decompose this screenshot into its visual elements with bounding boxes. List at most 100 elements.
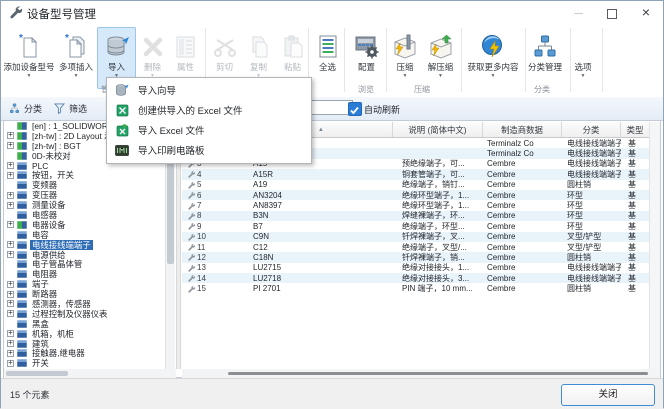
column-header-description[interactable]: 说明 (简体中文) bbox=[393, 122, 483, 137]
row-handle-cell[interactable]: 14 bbox=[182, 274, 223, 283]
column-header-type[interactable]: 类型 bbox=[621, 122, 649, 137]
row-handle-cell[interactable]: 13 bbox=[182, 263, 223, 272]
tree-expander-icon[interactable] bbox=[7, 221, 14, 228]
close-dialog-button[interactable]: 关闭 bbox=[561, 384, 655, 406]
row-handle-cell[interactable]: 11 bbox=[182, 243, 223, 252]
select-all-button[interactable]: 全选 bbox=[310, 27, 345, 89]
tree-expander-icon[interactable] bbox=[7, 330, 14, 337]
tree-item[interactable]: 断路器 bbox=[4, 289, 165, 299]
category-management-button[interactable]: 分类管理 bbox=[518, 27, 572, 89]
table-row[interactable]: 9 B7 绝缘端子，环型... Cembre 环型 基 bbox=[182, 221, 649, 231]
table-row[interactable]: 15 PI 2701 PIN 端子，10 mm... Cembre 圆柱销 基 bbox=[182, 283, 649, 293]
tree-expander-icon[interactable] bbox=[7, 202, 14, 209]
scrollbar-thumb[interactable] bbox=[6, 371, 68, 376]
row-handle-cell[interactable]: 9 bbox=[182, 222, 223, 231]
table-row[interactable]: 6 AN3204 绝缘环型端子，1... Cembre 环型 基 bbox=[182, 190, 649, 200]
tree-expander-icon[interactable] bbox=[7, 192, 14, 199]
menu-item-import-excel[interactable]: 导入 Excel 文件 bbox=[107, 120, 311, 140]
tree-item[interactable]: 过程控制及仪器仪表 bbox=[4, 309, 165, 319]
menu-item-import-wizard[interactable]: 导入向导 bbox=[107, 80, 311, 100]
tree-item[interactable]: 电感器 bbox=[4, 210, 165, 220]
row-handle-cell[interactable]: 5 bbox=[182, 180, 223, 189]
row-handle-cell[interactable]: 6 bbox=[182, 191, 223, 200]
manufacturer-cell: Terminalz Co bbox=[483, 149, 562, 158]
table-horizontal-scrollbar[interactable] bbox=[182, 369, 660, 378]
get-more-content-button[interactable]: 获取更多内容 ▼ bbox=[463, 27, 523, 89]
category-icon bbox=[17, 260, 27, 268]
tree-item[interactable]: 电阻器 bbox=[4, 269, 165, 279]
tree-expander-icon[interactable] bbox=[7, 162, 14, 169]
tree-expander-icon[interactable] bbox=[7, 300, 14, 307]
compress-archive-icon bbox=[389, 28, 421, 60]
maximize-button[interactable] bbox=[595, 1, 629, 24]
table-row[interactable]: 11 C12 绝缘端子，叉型/... Cembre 叉型/铲型 基 bbox=[182, 242, 649, 252]
table-row[interactable]: 4 A15R 铜套管端子，可... Cembre 电线接线端端子 基 bbox=[182, 169, 649, 179]
options-button[interactable]: 选项 ▼ bbox=[567, 27, 599, 89]
tree-item[interactable]: 变压器 bbox=[4, 190, 165, 200]
tree-item[interactable]: 电线接线端端子 bbox=[4, 240, 165, 250]
row-handle-cell[interactable]: 4 bbox=[182, 170, 223, 179]
tree-item[interactable]: 电器设备 bbox=[4, 220, 165, 230]
tree-expander-icon[interactable] bbox=[7, 241, 14, 248]
tab-label: 筛选 bbox=[69, 102, 87, 115]
row-handle-cell[interactable]: 8 bbox=[182, 211, 223, 220]
column-header-category[interactable]: 分类 bbox=[562, 122, 621, 137]
multi-insert-button[interactable]: * 多项插入 ▼ bbox=[54, 27, 98, 89]
tree-item[interactable]: 电子管晶体管 bbox=[4, 259, 165, 269]
delete-x-icon bbox=[136, 28, 169, 60]
tree-expander-icon[interactable] bbox=[7, 350, 14, 357]
decompress-button[interactable]: 解压缩 ▼ bbox=[420, 27, 461, 89]
tree-expander-icon[interactable] bbox=[7, 142, 14, 149]
tree-item[interactable]: 按钮，开关 bbox=[4, 170, 165, 180]
tree-item[interactable]: 黑盒 bbox=[4, 319, 165, 329]
tree-expander-icon[interactable] bbox=[7, 291, 14, 298]
table-vertical-scrollbar[interactable] bbox=[649, 122, 660, 369]
table-row[interactable]: 12 C18N 钎焊裸端子，销... Cembre 圆柱销 基 bbox=[182, 252, 649, 262]
tree-expander-icon[interactable] bbox=[7, 281, 14, 288]
menu-item-create-excel[interactable]: 创建供导入的 Excel 文件 bbox=[107, 100, 311, 120]
table-row[interactable]: 8 B3N 焊缝裸端子，环... Cembre 环型 基 bbox=[182, 211, 649, 221]
tree-item[interactable]: 电容 bbox=[4, 230, 165, 240]
table-row[interactable]: 14 LU2718 绝缘对接接头，3... Cembre 电线接线端端子 基 bbox=[182, 273, 649, 283]
minimize-button[interactable] bbox=[561, 1, 595, 24]
auto-refresh-checkbox[interactable] bbox=[348, 102, 362, 116]
tree-item[interactable]: 接触器,继电器 bbox=[4, 348, 165, 358]
table-row[interactable]: 10 C9N 钎焊裸端子，叉... Cembre 叉型/铲型 基 bbox=[182, 232, 649, 242]
tree-item[interactable]: 变频器 bbox=[4, 180, 165, 190]
tree-item[interactable]: 测量设备 bbox=[4, 200, 165, 210]
scrollbar-thumb[interactable] bbox=[228, 372, 648, 375]
properties-list-icon bbox=[169, 28, 202, 60]
tree-item[interactable]: 端子 bbox=[4, 279, 165, 289]
tree-expander-icon[interactable] bbox=[7, 340, 14, 347]
tree-expander-icon[interactable] bbox=[7, 360, 14, 367]
configure-button[interactable]: 配置 bbox=[348, 27, 385, 89]
tree-item[interactable]: 机箱，机柜 bbox=[4, 329, 165, 339]
tree-item[interactable]: 感测器，传感器 bbox=[4, 299, 165, 309]
tree-expander-icon[interactable] bbox=[7, 310, 14, 317]
table-row[interactable]: 13 LU2715 绝缘对接接头，1... Cembre 电线接线端端子 基 bbox=[182, 263, 649, 273]
tab-category[interactable]: 分类 bbox=[4, 100, 47, 116]
row-handle-cell[interactable]: 10 bbox=[182, 232, 223, 241]
compress-button[interactable]: 压缩 ▼ bbox=[388, 27, 422, 89]
row-handle-cell[interactable]: 7 bbox=[182, 201, 223, 210]
add-device-model-button[interactable]: * 添加设备型号 ▼ bbox=[2, 27, 56, 89]
wrench-icon bbox=[187, 274, 195, 282]
close-window-button[interactable]: × bbox=[629, 1, 663, 24]
tree-expander-icon[interactable] bbox=[7, 251, 14, 258]
row-handle-cell[interactable]: 15 bbox=[182, 284, 223, 293]
tree-item[interactable]: 建筑 bbox=[4, 339, 165, 349]
column-header-manufacturer[interactable]: 制造商数据 bbox=[483, 122, 562, 137]
description-cell: 预绝缘端子，可... bbox=[393, 158, 483, 169]
button-label: 解压缩 bbox=[421, 62, 460, 73]
tree-horizontal-scrollbar[interactable] bbox=[4, 369, 176, 378]
part-number-cell: B7 bbox=[223, 222, 393, 231]
tab-filter[interactable]: 筛选 bbox=[49, 100, 92, 116]
tree-item[interactable]: 电源供给 bbox=[4, 250, 165, 260]
row-handle-cell[interactable]: 12 bbox=[182, 253, 223, 262]
table-row[interactable]: 7 AN8397 绝缘环型端子，1... Cembre 环型 基 bbox=[182, 200, 649, 210]
tree-expander-icon[interactable] bbox=[7, 132, 14, 139]
table-row[interactable]: 5 A19 绝缘端子，销钉... Cembre 圆柱销 基 bbox=[182, 180, 649, 190]
tree-item[interactable]: 开关 bbox=[4, 358, 165, 368]
menu-item-import-pcb[interactable]: 导入印刷电路板 bbox=[107, 140, 311, 160]
tree-expander-icon[interactable] bbox=[7, 172, 14, 179]
